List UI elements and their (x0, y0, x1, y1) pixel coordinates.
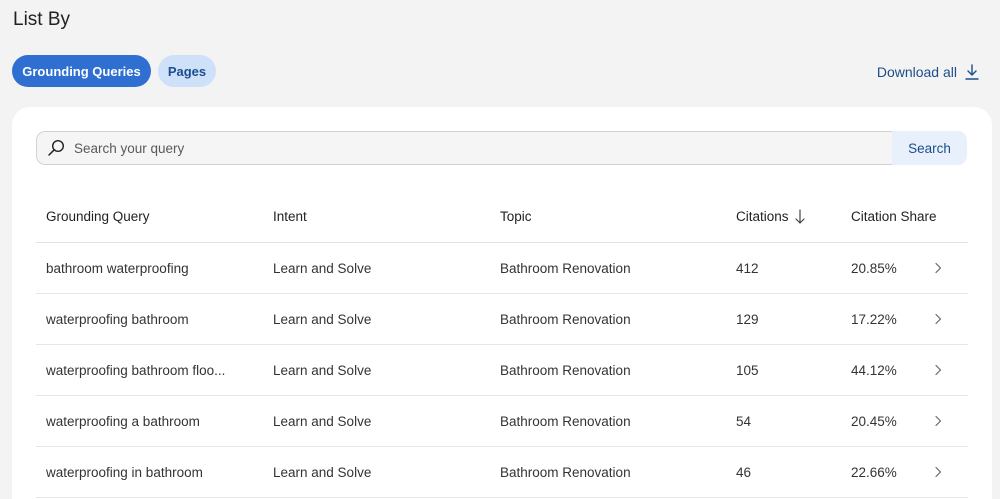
tab-grounding-queries[interactable]: Grounding Queries (12, 55, 151, 87)
column-header-citations[interactable]: Citations (736, 208, 806, 225)
download-all-button[interactable]: Download all (877, 64, 979, 80)
column-header-citations-label: Citations (736, 209, 789, 224)
cell-intent: Learn and Solve (273, 362, 372, 378)
column-header-query[interactable]: Grounding Query (46, 209, 236, 224)
chevron-right-icon[interactable] (932, 313, 944, 325)
cell-query: waterproofing a bathroom (46, 413, 200, 429)
page-title: List By (13, 9, 71, 30)
table-header: Grounding Query Intent Topic Citations C… (36, 191, 968, 243)
cell-topic: Bathroom Renovation (500, 311, 631, 327)
table-row[interactable]: bathroom waterproofing Learn and Solve B… (36, 243, 968, 294)
cell-citations: 54 (736, 413, 752, 429)
cell-citation-share: 44.12% (851, 362, 897, 378)
chevron-right-icon[interactable] (932, 262, 944, 274)
search-input[interactable] (74, 140, 854, 156)
cell-intent: Learn and Solve (273, 311, 372, 327)
cell-citation-share: 17.22% (851, 311, 897, 327)
cell-intent: Learn and Solve (273, 464, 372, 480)
cell-citations: 105 (736, 362, 759, 378)
cell-citations: 412 (736, 260, 759, 276)
cell-citation-share: 20.85% (851, 260, 897, 276)
table-row[interactable]: waterproofing bathroom Learn and Solve B… (36, 294, 968, 345)
search-button[interactable]: Search (892, 131, 967, 165)
results-table: Grounding Query Intent Topic Citations C… (36, 191, 968, 498)
cell-citation-share: 22.66% (851, 464, 897, 480)
cell-topic: Bathroom Renovation (500, 260, 631, 276)
cell-intent: Learn and Solve (273, 413, 372, 429)
download-icon (965, 64, 979, 80)
chevron-right-icon[interactable] (932, 364, 944, 376)
column-header-intent[interactable]: Intent (273, 209, 307, 224)
cell-citations: 129 (736, 311, 759, 327)
cell-query: waterproofing bathroom (46, 311, 189, 327)
cell-citations: 46 (736, 464, 752, 480)
table-row[interactable]: waterproofing a bathroom Learn and Solve… (36, 396, 968, 447)
tab-pages[interactable]: Pages (158, 55, 216, 87)
download-all-label: Download all (876, 64, 957, 80)
search-icon (48, 139, 65, 156)
chevron-right-icon[interactable] (932, 415, 944, 427)
cell-query: waterproofing bathroom floo... (46, 362, 226, 378)
table-row[interactable]: waterproofing bathroom floo... Learn and… (36, 345, 968, 396)
cell-citation-share: 20.45% (851, 413, 897, 429)
table-row[interactable]: waterproofing in bathroom Learn and Solv… (36, 447, 968, 498)
chevron-right-icon[interactable] (932, 466, 944, 478)
search-bar: Search (36, 131, 967, 165)
column-header-topic[interactable]: Topic (500, 209, 532, 224)
search-box[interactable] (36, 131, 892, 165)
cell-topic: Bathroom Renovation (500, 413, 631, 429)
column-header-citation-share[interactable]: Citation Share (851, 209, 937, 224)
cell-topic: Bathroom Renovation (500, 362, 631, 378)
results-card: Search Grounding Query Intent Topic Cita… (12, 107, 992, 499)
cell-intent: Learn and Solve (273, 260, 372, 276)
sort-descending-icon (794, 208, 805, 224)
cell-topic: Bathroom Renovation (500, 464, 631, 480)
cell-query: waterproofing in bathroom (46, 464, 203, 480)
cell-query: bathroom waterproofing (46, 260, 189, 276)
